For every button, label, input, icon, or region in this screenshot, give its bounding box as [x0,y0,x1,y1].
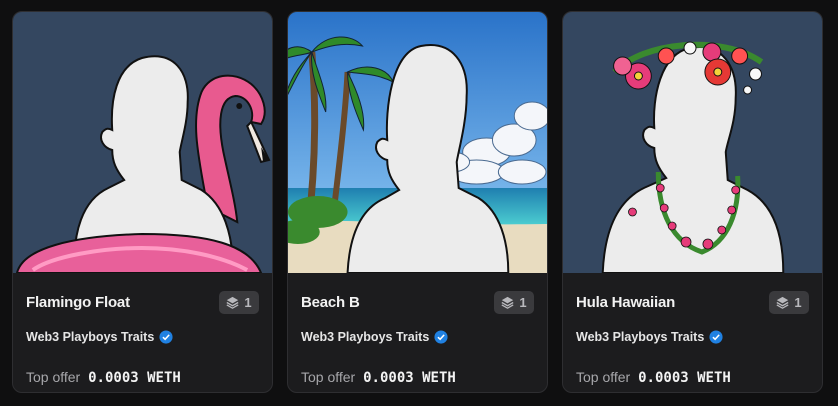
quantity-value: 1 [244,295,252,310]
offer-label: Top offer [576,369,631,385]
collection-name: Web3 Playboys Traits [301,330,430,344]
collection-link[interactable]: Web3 Playboys Traits [301,330,448,344]
nft-image[interactable] [563,12,822,273]
top-offer: Top offer 0.0003 WETH [301,369,456,386]
nft-title[interactable]: Hula Hawaiian [576,294,675,311]
quantity-value: 1 [519,295,527,310]
quantity-badge: 1 [219,291,259,314]
nft-title[interactable]: Flamingo Float [26,294,130,311]
nft-card-hula-hawaiian[interactable]: Hula Hawaiian 1 Web3 Playboys Traits Top… [562,11,823,393]
nft-title[interactable]: Beach B [301,294,360,311]
offer-label: Top offer [301,369,356,385]
top-offer: Top offer 0.0003 WETH [576,369,731,386]
collection-link[interactable]: Web3 Playboys Traits [576,330,723,344]
layers-icon [226,296,239,309]
collection-link[interactable]: Web3 Playboys Traits [26,330,173,344]
collection-name: Web3 Playboys Traits [576,330,705,344]
verified-badge-icon [709,330,723,344]
layers-icon [501,296,514,309]
verified-badge-icon [159,330,173,344]
layers-icon [776,296,789,309]
nft-image[interactable] [288,12,547,273]
quantity-badge: 1 [769,291,809,314]
offer-value: 0.0003 WETH [638,370,731,386]
offer-label: Top offer [26,369,81,385]
offer-value: 0.0003 WETH [88,370,181,386]
quantity-badge: 1 [494,291,534,314]
nft-card-grid: Flamingo Float 1 Web3 Playboys Traits To… [0,0,838,406]
quantity-value: 1 [794,295,802,310]
nft-card-flamingo-float[interactable]: Flamingo Float 1 Web3 Playboys Traits To… [12,11,273,393]
nft-image[interactable] [13,12,272,273]
collection-name: Web3 Playboys Traits [26,330,155,344]
top-offer: Top offer 0.0003 WETH [26,369,181,386]
verified-badge-icon [434,330,448,344]
nft-card-beach-b[interactable]: Beach B 1 Web3 Playboys Traits Top offer… [287,11,548,393]
offer-value: 0.0003 WETH [363,370,456,386]
